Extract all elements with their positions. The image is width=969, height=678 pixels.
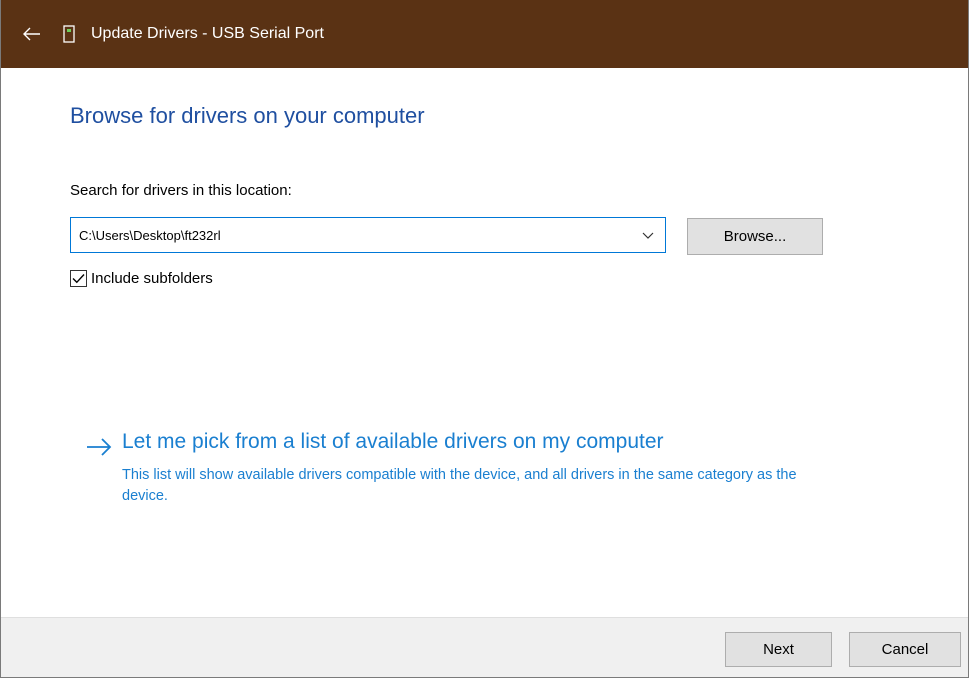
pick-from-list-description: This list will show available drivers co… (122, 467, 797, 504)
checkmark-icon (72, 274, 85, 284)
page-heading: Browse for drivers on your computer (70, 103, 425, 128)
update-drivers-window: Update Drivers - USB Serial Port Browse … (0, 0, 969, 678)
cancel-button[interactable]: Cancel (849, 632, 961, 667)
search-location-label: Search for drivers in this location: (70, 182, 292, 199)
pick-list-arrow-button[interactable] (84, 432, 114, 462)
chevron-down-icon (642, 232, 654, 239)
checkbox-box[interactable] (70, 270, 87, 287)
right-arrow-icon (87, 438, 112, 456)
back-button[interactable] (1, 0, 63, 68)
window-title: Update Drivers - USB Serial Port (91, 25, 324, 42)
next-button[interactable]: Next (725, 632, 832, 667)
driver-path-input[interactable] (71, 218, 631, 252)
driver-path-combobox[interactable] (70, 217, 666, 253)
usb-device-icon (63, 0, 85, 68)
path-dropdown-button[interactable] (631, 218, 665, 252)
back-arrow-icon (23, 27, 40, 41)
browse-button[interactable]: Browse... (687, 218, 823, 255)
include-subfolders-checkbox[interactable]: Include subfolders (70, 270, 213, 287)
title-bar: Update Drivers - USB Serial Port (1, 0, 968, 68)
include-subfolders-label: Include subfolders (91, 270, 213, 287)
pick-from-list-link[interactable]: Let me pick from a list of available dri… (122, 430, 664, 454)
dialog-footer: Next Cancel (1, 617, 968, 677)
